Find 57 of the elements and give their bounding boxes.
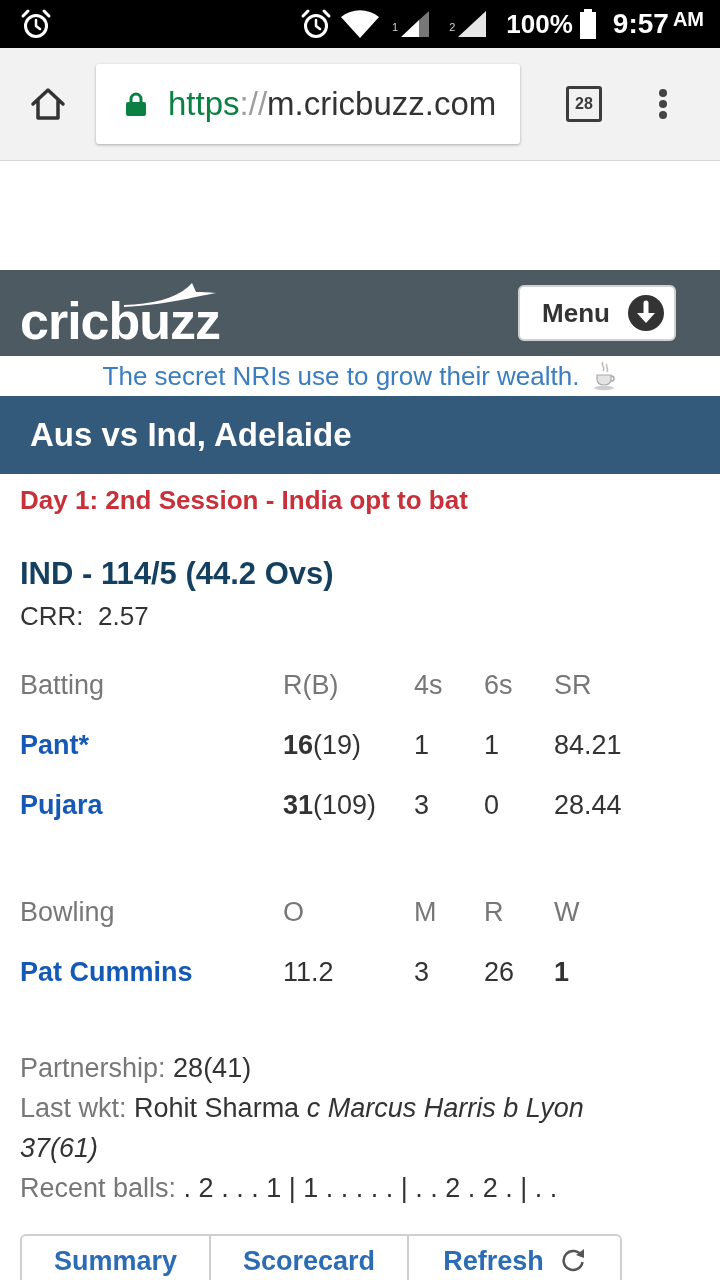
table-cell: 31(109) — [283, 788, 377, 822]
nav-button[interactable]: Summary — [20, 1234, 211, 1280]
column-header: W — [554, 895, 580, 929]
lock-icon — [126, 92, 146, 116]
match-status: Day 1: 2nd Session - India opt to bat — [20, 484, 468, 517]
table-cell: 11.2 — [283, 955, 334, 989]
table-cell: 1 — [484, 728, 500, 762]
column-header: O — [283, 895, 304, 929]
battery-percent: 100% — [506, 11, 573, 37]
team-score: IND - 114/5 (44.2 Ovs) — [20, 555, 334, 593]
table-cell: 0 — [484, 788, 500, 822]
home-icon[interactable] — [30, 86, 66, 122]
match-detail: Partnership: 28(41) — [20, 1052, 252, 1085]
table-cell: 26 — [484, 955, 515, 989]
run-rate: CRR: 2.57 — [20, 600, 149, 633]
address-bar[interactable]: https://m.cricbuzz.com — [96, 64, 520, 144]
menu-button[interactable]: Menu — [518, 285, 676, 341]
batter-name[interactable]: Pujara — [20, 788, 103, 822]
column-header: 6s — [484, 668, 513, 702]
table-cell: 1 — [414, 728, 430, 762]
clock-time: 9:57 — [612, 10, 669, 38]
battery-icon — [578, 9, 597, 39]
column-header: M — [414, 895, 437, 929]
tab-count-button[interactable]: 28 — [566, 86, 602, 122]
batter-name[interactable]: Pant* — [20, 728, 90, 762]
teacup-icon — [593, 361, 618, 391]
match-detail: Recent balls: . 2 . . . 1 | 1 . . . . . | . . 2 . 2 . | . . — [20, 1172, 558, 1205]
table-cell: 3 — [414, 955, 430, 989]
batting-header: Batting — [20, 668, 105, 702]
url-text: https://m.cricbuzz.com — [168, 85, 497, 123]
clock-meridiem: AM — [672, 9, 704, 29]
table-cell: 1 — [554, 955, 570, 989]
column-header: R(B) — [283, 668, 339, 702]
table-cell: 84.21 — [554, 728, 622, 762]
nav-button[interactable]: Scorecard — [211, 1234, 409, 1280]
nav-button[interactable]: Refresh — [409, 1234, 622, 1280]
column-header: 4s — [414, 668, 443, 702]
signal-icon — [399, 9, 432, 39]
table-cell: 16(19) — [283, 728, 362, 762]
refresh-icon — [559, 1247, 586, 1273]
alarm-clock-icon — [20, 8, 52, 40]
column-header: R — [484, 895, 504, 929]
match-detail: Last wkt: Rohit Sharma c Marcus Harris b Lyon 37(61) — [20, 1092, 585, 1165]
sim-label: 1 — [392, 22, 399, 33]
bowler-name[interactable]: Pat Cummins — [20, 955, 193, 989]
signal-icon — [456, 9, 489, 39]
table-cell: 28.44 — [554, 788, 622, 822]
ad-link[interactable]: The secret NRIs use to grow their wealth. — [102, 360, 580, 392]
bowling-header: Bowling — [20, 895, 115, 929]
column-header: SR — [554, 668, 592, 702]
match-title: Aus vs Ind, Adelaide — [30, 415, 352, 455]
site-logo[interactable]: cricbuzz — [20, 283, 221, 343]
wifi-icon — [340, 9, 381, 39]
menu-dots-icon[interactable] — [659, 89, 667, 119]
alarm-clock-icon — [300, 8, 333, 40]
sim-label: 2 — [449, 22, 456, 33]
table-cell: 3 — [414, 788, 430, 822]
